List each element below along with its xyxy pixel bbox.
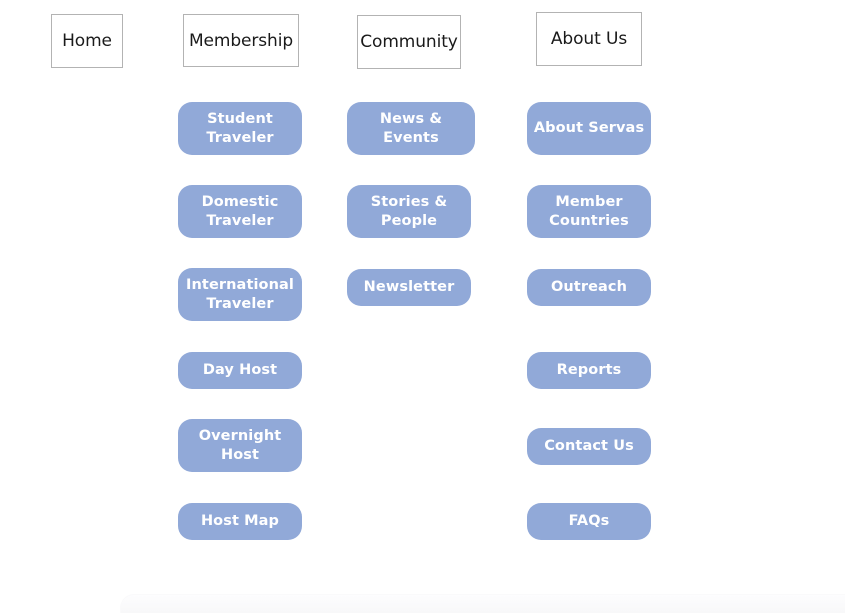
top-navigation-bar: Home Membership Community About Us <box>0 0 845 95</box>
menu-button-label: Overnight Host <box>198 427 282 463</box>
menu-button-overnight-host[interactable]: Overnight Host <box>178 419 302 472</box>
menu-button-day-host[interactable]: Day Host <box>178 352 302 389</box>
menu-button-label: Reports <box>556 362 622 378</box>
menu-button-label: Stories & People <box>370 193 448 229</box>
menu-button-label: About Servas <box>533 120 645 136</box>
menu-button-stories-and-people[interactable]: Stories & People <box>347 185 471 238</box>
menu-button-label: Newsletter <box>363 279 455 295</box>
menu-button-label: Student Traveler <box>206 110 274 146</box>
menu-button-member-countries[interactable]: Member Countries <box>527 185 651 238</box>
menu-button-reports[interactable]: Reports <box>527 352 651 389</box>
menu-button-label: Outreach <box>550 279 628 295</box>
menu-button-label: News & Events <box>379 110 443 146</box>
menu-button-label: Host Map <box>200 513 280 529</box>
bottom-panel-edge <box>120 594 845 613</box>
menu-button-domestic-traveler[interactable]: Domestic Traveler <box>178 185 302 238</box>
menu-button-host-map[interactable]: Host Map <box>178 503 302 540</box>
menu-button-label: FAQs <box>568 513 610 529</box>
menu-button-label: Day Host <box>202 362 278 378</box>
menu-button-outreach[interactable]: Outreach <box>527 269 651 306</box>
nav-item-community[interactable]: Community <box>357 15 461 69</box>
nav-item-home[interactable]: Home <box>51 14 123 68</box>
menu-button-faqs[interactable]: FAQs <box>527 503 651 540</box>
menu-button-international-traveler[interactable]: International Traveler <box>178 268 302 321</box>
menu-button-news-and-events[interactable]: News & Events <box>347 102 475 155</box>
menu-button-label: International Traveler <box>186 276 294 312</box>
menu-button-newsletter[interactable]: Newsletter <box>347 269 471 306</box>
menu-button-label: Contact Us <box>544 438 634 454</box>
menu-button-contact-us[interactable]: Contact Us <box>527 428 651 465</box>
menu-button-student-traveler[interactable]: Student Traveler <box>178 102 302 155</box>
menu-button-label: Domestic Traveler <box>201 193 279 229</box>
menu-button-label: Member Countries <box>549 193 629 229</box>
nav-item-about-us[interactable]: About Us <box>536 12 642 66</box>
nav-item-membership[interactable]: Membership <box>183 14 299 67</box>
menu-button-about-servas[interactable]: About Servas <box>527 102 651 155</box>
